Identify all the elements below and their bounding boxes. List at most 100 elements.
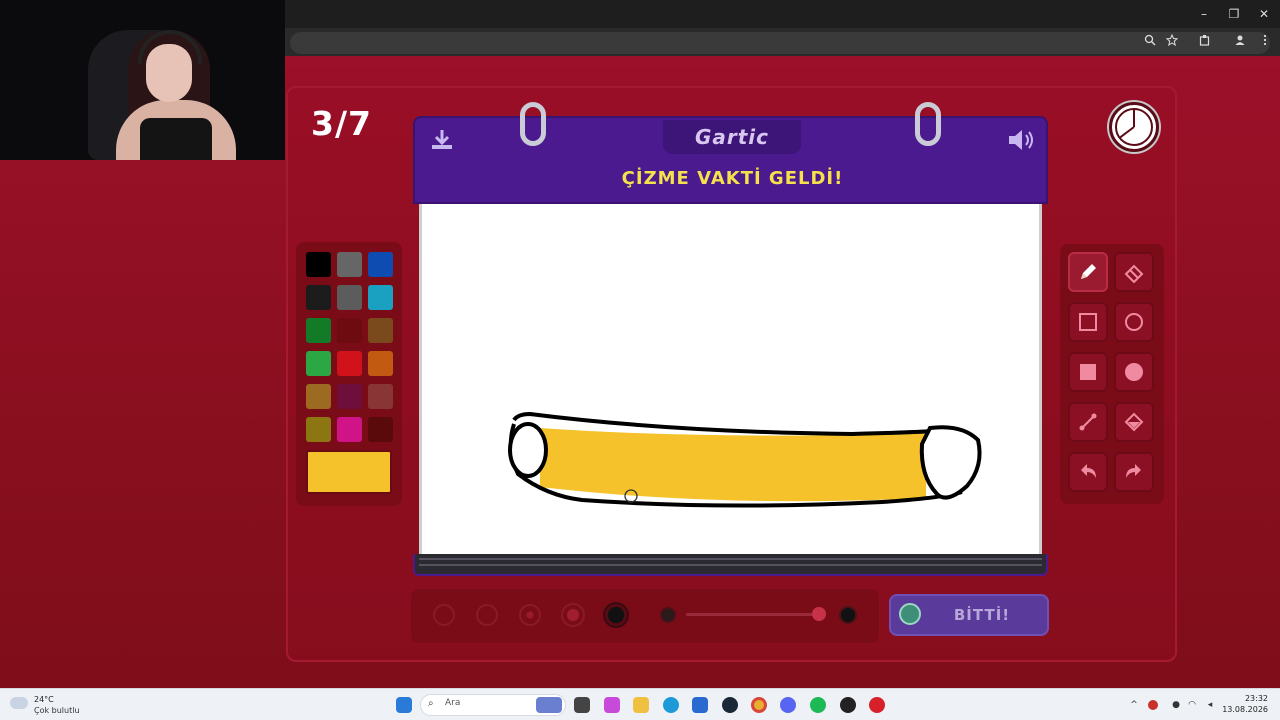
windows-start-icon[interactable] <box>396 697 412 713</box>
search-icon: ⌕ <box>428 698 434 709</box>
store-icon[interactable] <box>692 697 708 713</box>
copilot-icon[interactable] <box>604 697 620 713</box>
maximize-button[interactable]: ❐ <box>1226 6 1242 22</box>
address-bar[interactable] <box>290 32 1270 54</box>
fill-bucket-icon <box>1124 412 1144 432</box>
volume-icon[interactable]: ◂ <box>1204 699 1216 711</box>
menu-icon[interactable] <box>1258 34 1272 48</box>
weather-cloud-icon <box>10 697 28 709</box>
task-view-icon[interactable] <box>574 697 590 713</box>
color-swatch[interactable] <box>306 417 331 442</box>
eraser-icon <box>1124 264 1144 283</box>
chrome-icon[interactable] <box>751 697 767 713</box>
steam-icon[interactable] <box>722 697 738 713</box>
taskbar: 24°C Çok bulutlu ⌕ Ara ^ ● ◠ ◂ 23:32 13.… <box>0 688 1280 720</box>
color-swatch[interactable] <box>368 384 393 409</box>
tray-expand-icon[interactable]: ^ <box>1128 699 1140 711</box>
fill-bucket-tool-button[interactable] <box>1114 402 1154 442</box>
color-swatch[interactable] <box>306 318 331 343</box>
opacity-slider-thumb[interactable] <box>812 607 826 621</box>
circle-fill-icon <box>1125 363 1143 381</box>
profile-icon[interactable] <box>1233 34 1247 48</box>
weather-temperature[interactable]: 24°C <box>34 695 54 704</box>
rectangle-outline-icon <box>1079 313 1097 331</box>
drawing-right-end <box>919 425 982 500</box>
drawing-fill <box>540 428 927 502</box>
color-swatch[interactable] <box>368 318 393 343</box>
star-icon[interactable] <box>1165 33 1179 48</box>
close-window-button[interactable]: ✕ <box>1256 6 1272 22</box>
edge-icon[interactable] <box>663 697 679 713</box>
undo-tool-button[interactable] <box>1068 452 1108 492</box>
logo-tab: Gartic <box>663 120 801 154</box>
clock-date[interactable]: 13.08.2026 <box>1222 705 1268 714</box>
color-swatch[interactable] <box>306 384 331 409</box>
brush-size-1[interactable] <box>433 604 455 626</box>
brush-size-2[interactable] <box>476 604 498 626</box>
color-swatch[interactable] <box>337 318 362 343</box>
rectangle-outline-tool-button[interactable] <box>1068 302 1108 342</box>
gartic-logo: Gartic <box>694 125 770 149</box>
binder-ring-left <box>520 102 546 146</box>
redo-icon <box>1126 464 1141 478</box>
drawing-left-end <box>508 422 548 478</box>
clock-time[interactable]: 23:32 <box>1240 694 1268 703</box>
file-explorer-icon[interactable] <box>633 697 649 713</box>
round-counter: 3/7 <box>311 104 372 143</box>
rectangle-fill-tool-button[interactable] <box>1068 352 1108 392</box>
header-title: ÇİZME VAKTİ GELDİ! <box>621 168 844 189</box>
drawing <box>508 411 982 508</box>
color-swatch[interactable] <box>337 351 362 376</box>
zoom-icon[interactable] <box>1143 34 1157 48</box>
color-swatch[interactable] <box>306 252 331 277</box>
color-swatch[interactable] <box>306 351 331 376</box>
github-icon[interactable] <box>840 697 856 713</box>
redo-tool-button[interactable] <box>1114 452 1154 492</box>
weather-description[interactable]: Çok bulutlu <box>34 706 80 715</box>
binder-ring-right <box>915 102 941 146</box>
color-swatch[interactable] <box>306 285 331 310</box>
download-icon[interactable] <box>429 128 455 156</box>
extensions-icon[interactable] <box>1198 34 1212 48</box>
opacity-min-icon <box>660 607 676 623</box>
eraser-tool-button[interactable] <box>1114 252 1154 292</box>
line-icon <box>1079 413 1097 431</box>
brush-size-3[interactable] <box>519 604 541 626</box>
pencil-icon <box>1081 264 1096 279</box>
tray-app-icon[interactable] <box>1148 700 1158 710</box>
minimize-button[interactable]: – <box>1196 6 1212 22</box>
brush-size-5[interactable] <box>603 602 629 628</box>
pencil-tool-button[interactable] <box>1068 252 1108 292</box>
done-button-label: BİTTİ! <box>953 606 1011 624</box>
color-swatch[interactable] <box>337 285 362 310</box>
drawing-canvas[interactable] <box>419 204 1042 554</box>
undo-icon <box>1081 464 1096 478</box>
color-swatch[interactable] <box>368 351 393 376</box>
circle-fill-tool-button[interactable] <box>1114 352 1154 392</box>
opacity-slider[interactable] <box>686 613 816 616</box>
board-header: Gartic ÇİZME VAKTİ GELDİ! <box>413 116 1048 204</box>
circle-outline-tool-button[interactable] <box>1114 302 1154 342</box>
network-icon[interactable]: ◠ <box>1186 699 1198 711</box>
color-swatch[interactable] <box>368 417 393 442</box>
widgets-icon[interactable] <box>536 697 562 713</box>
discord-icon[interactable] <box>780 697 796 713</box>
check-clock-icon <box>899 603 921 625</box>
rectangle-fill-icon <box>1080 364 1096 380</box>
selected-color <box>306 450 392 494</box>
color-swatch[interactable] <box>337 252 362 277</box>
app-icon[interactable] <box>869 697 885 713</box>
microphone-icon[interactable]: ● <box>1170 699 1182 711</box>
color-swatch[interactable] <box>337 384 362 409</box>
color-swatch[interactable] <box>368 285 393 310</box>
color-swatch[interactable] <box>368 252 393 277</box>
canvas-base <box>413 554 1048 576</box>
brush-size-4[interactable] <box>561 603 585 627</box>
color-swatch[interactable] <box>337 417 362 442</box>
line-tool-button[interactable] <box>1068 402 1108 442</box>
webcam-overlay <box>0 0 285 160</box>
spotify-icon[interactable] <box>810 697 826 713</box>
sound-icon[interactable] <box>1007 128 1037 156</box>
circle-outline-icon <box>1125 313 1143 331</box>
search-placeholder: Ara <box>445 698 461 708</box>
